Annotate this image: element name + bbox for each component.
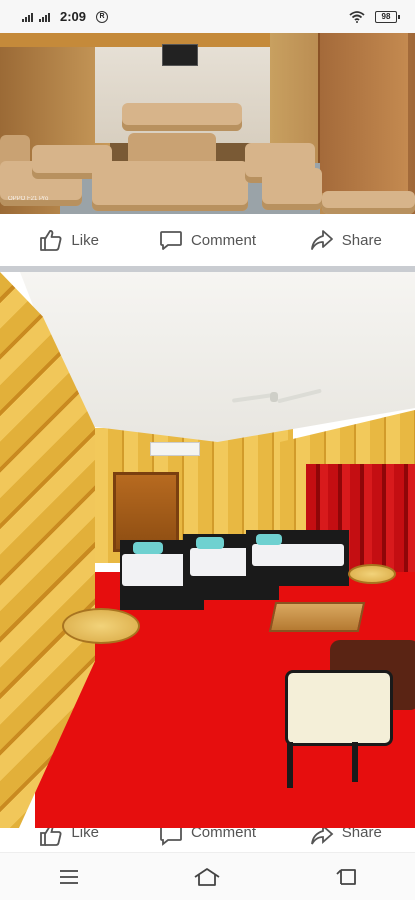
like-label: Like xyxy=(71,231,99,249)
comment-button-2[interactable]: Comment xyxy=(138,828,276,852)
share-arrow-icon xyxy=(310,230,333,250)
signal-icon-2 xyxy=(39,12,50,22)
sofa xyxy=(122,103,242,131)
share-arrow-icon xyxy=(310,828,334,845)
comment-label: Comment xyxy=(190,828,256,841)
back-button[interactable] xyxy=(326,862,366,892)
post-photo-bedroom[interactable] xyxy=(0,272,415,828)
thumbs-up-icon xyxy=(40,828,62,846)
sofa xyxy=(92,161,248,211)
photo-pillar xyxy=(318,33,408,193)
like-button-2[interactable]: Like xyxy=(0,828,138,852)
like-label: Like xyxy=(71,828,99,841)
sofa xyxy=(128,133,216,163)
system-nav-bar xyxy=(0,852,415,900)
status-time: 2:09 xyxy=(60,9,87,24)
thumbs-up-icon xyxy=(40,230,62,251)
post-photo-living-room[interactable]: OPPO F21 Pro xyxy=(0,33,415,214)
share-label: Share xyxy=(341,828,382,841)
status-left: 2:09 R xyxy=(22,9,109,24)
chair-leg xyxy=(352,742,358,782)
battery-icon: 98 xyxy=(375,10,400,23)
share-label: Share xyxy=(341,231,382,249)
signal-icon xyxy=(22,12,33,22)
sofa xyxy=(322,191,415,214)
ceiling-fan xyxy=(231,388,322,404)
share-button[interactable]: Share xyxy=(277,229,415,251)
post-actions: Like Comment Share xyxy=(0,214,415,266)
pillow xyxy=(196,537,224,549)
coffee-table xyxy=(268,602,366,632)
sofa xyxy=(262,168,322,210)
home-icon xyxy=(194,867,220,886)
comment-button[interactable]: Comment xyxy=(138,229,276,251)
photo-tv xyxy=(162,44,198,66)
back-icon xyxy=(336,868,356,885)
wifi-icon xyxy=(349,10,365,23)
round-table xyxy=(348,564,396,584)
photo-caption: OPPO F21 Pro xyxy=(8,196,49,202)
comment-label: Comment xyxy=(190,231,256,249)
chair-leg xyxy=(287,742,293,788)
home-button[interactable] xyxy=(187,862,227,892)
menu-icon xyxy=(60,869,79,884)
screen: 2:09 R 98 OPPO F21 Pro Like Comment Shar… xyxy=(0,0,415,900)
pillow xyxy=(256,534,282,545)
like-button[interactable]: Like xyxy=(0,229,138,251)
comment-icon xyxy=(160,828,182,846)
menu-button[interactable] xyxy=(49,862,89,892)
post-actions-2: Like Comment Share xyxy=(0,828,415,852)
pillow xyxy=(133,542,163,554)
status-right: 98 xyxy=(349,10,400,23)
share-button-2[interactable]: Share xyxy=(277,828,415,852)
bed-mattress xyxy=(252,544,344,566)
comment-icon xyxy=(160,231,182,250)
round-table xyxy=(62,608,140,644)
chair-seat xyxy=(285,670,393,746)
status-bar: 2:09 R 98 xyxy=(0,0,415,33)
air-conditioner xyxy=(150,442,200,456)
r-badge-icon: R xyxy=(96,10,109,23)
